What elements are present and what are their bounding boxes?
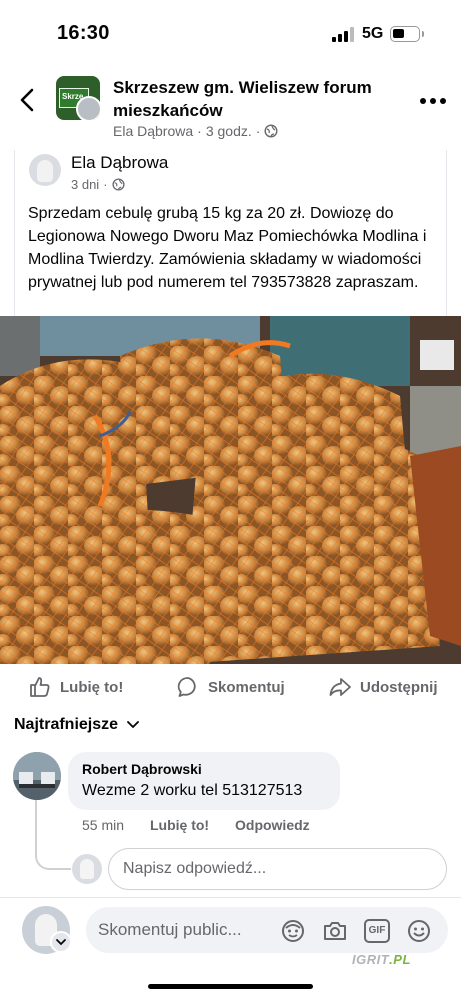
sort-label: Najtrafniejsze — [14, 716, 119, 733]
post-time: 3 dni — [71, 177, 100, 192]
more-icon — [420, 98, 426, 104]
comment-button[interactable]: Skomentuj — [176, 675, 285, 699]
author-name[interactable]: Ela Dąbrowa — [71, 153, 168, 173]
reply-input[interactable]: Napisz odpowiedź... — [108, 848, 447, 890]
author-avatar[interactable] — [29, 154, 61, 186]
like-button[interactable]: Lubię to! — [28, 675, 123, 699]
comment-icon — [177, 677, 196, 697]
home-indicator — [148, 984, 313, 989]
onion-sacks-image — [0, 316, 461, 664]
divider — [0, 897, 461, 898]
sharer-avatar — [76, 96, 100, 120]
comment-time: 55 min — [82, 817, 125, 833]
commenter-avatar[interactable] — [13, 752, 61, 800]
comment-meta: 55 min Lubię to! Odpowiedz — [82, 817, 310, 833]
back-button[interactable] — [14, 84, 42, 116]
chevron-down-icon[interactable] — [50, 931, 72, 953]
shared-post: Ela Dąbrowa 3 dni · Sprzedam cebulę grub… — [14, 150, 447, 316]
like-icon — [30, 677, 50, 697]
post-header: Skrze Skrzeszew gm. Wieliszew forum mies… — [0, 66, 461, 148]
comment-sort[interactable]: Najtrafniejsze — [14, 716, 140, 734]
group-meta: Ela Dąbrowa · 3 godz. · — [113, 123, 278, 139]
share-time: 3 godz. — [205, 123, 252, 139]
composer-placeholder: Skomentuj public... — [98, 920, 242, 939]
share-icon — [329, 678, 351, 696]
back-arrow-icon — [20, 88, 34, 112]
status-time: 16:30 — [57, 22, 110, 44]
comment-composer[interactable]: Skomentuj public... GIF — [86, 907, 448, 953]
chevron-down-icon — [127, 721, 139, 728]
thread-line — [35, 800, 71, 870]
post-actions: Lubię to! Skomentuj Udostępnij — [0, 664, 461, 710]
share-button[interactable]: Udostępnij — [328, 675, 438, 699]
globe-icon — [112, 178, 125, 191]
group-avatar[interactable]: Skrze — [56, 76, 100, 120]
group-title[interactable]: Skrzeszew gm. Wieliszew forum mieszkańcó… — [113, 76, 403, 122]
post-photo[interactable] — [0, 316, 461, 664]
camera-icon[interactable] — [322, 918, 348, 944]
globe-icon — [264, 124, 278, 138]
more-options-button[interactable] — [420, 96, 446, 106]
post-text: Sprzedam cebulę grubą 15 kg za 20 zł. Do… — [28, 205, 427, 291]
avatar-sticker-icon[interactable] — [280, 918, 306, 944]
comment-reply-button[interactable]: Odpowiedz — [235, 817, 310, 833]
comment-bubble: Robert Dąbrowski Wezme 2 worku tel 51312… — [68, 752, 340, 810]
battery-icon — [390, 26, 424, 42]
reply-avatar — [72, 854, 102, 884]
comment-text: Wezme 2 worku tel 513127513 — [82, 782, 303, 799]
status-bar: 16:30 5G — [0, 0, 461, 66]
network-label: 5G — [362, 25, 384, 42]
post-meta: 3 dni · — [71, 177, 125, 192]
comment-author[interactable]: Robert Dąbrowski — [82, 761, 202, 777]
emoji-icon[interactable] — [406, 918, 432, 944]
signal-icon — [332, 27, 356, 42]
sharer-name[interactable]: Ela Dąbrowa — [113, 123, 193, 139]
gif-icon[interactable]: GIF — [364, 919, 390, 943]
watermark: IGRIT.PL — [352, 952, 411, 967]
comment-like-button[interactable]: Lubię to! — [150, 817, 235, 833]
